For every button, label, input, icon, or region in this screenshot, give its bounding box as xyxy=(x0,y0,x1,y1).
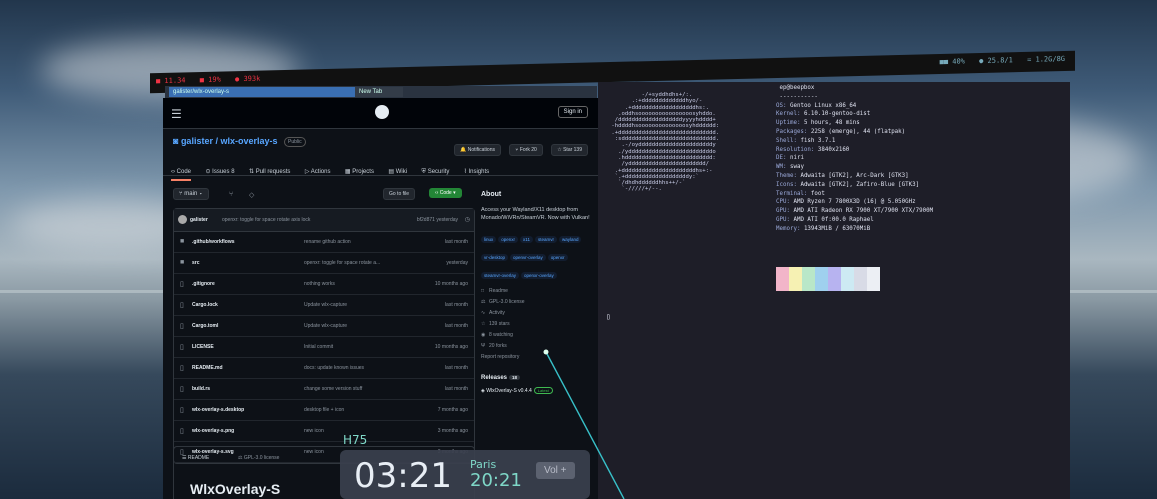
overlay-label: H75 xyxy=(343,433,368,447)
timezone-time: 20:21 xyxy=(470,470,522,491)
local-time: 03:21 xyxy=(354,456,452,496)
controller-laser-pointer xyxy=(543,349,625,499)
volume-up-button[interactable]: Vol + xyxy=(536,462,575,479)
laser-dot xyxy=(543,349,549,355)
watch-overlay: 03:21 Paris 20:21 Vol + xyxy=(340,450,590,499)
